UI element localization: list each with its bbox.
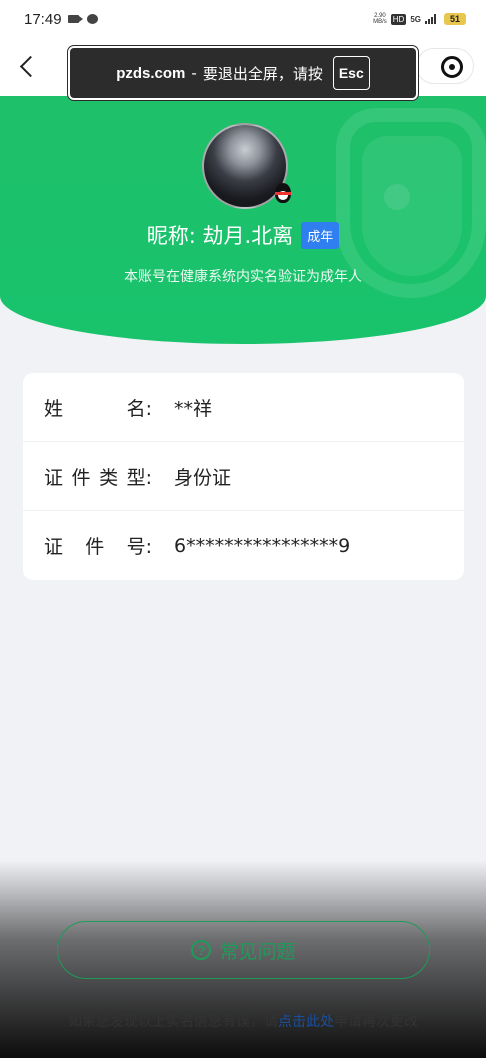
message-icon (86, 14, 98, 24)
info-label: 证件类型: (44, 466, 152, 489)
info-value: **祥 (174, 397, 213, 420)
fullscreen-message: 要退出全屏，请按 (202, 64, 323, 83)
info-value: 6****************9 (174, 534, 351, 557)
status-right: 2.90 MB/s HD 5G 51 (373, 13, 466, 25)
question-circle-icon: ? (191, 940, 212, 960)
footer-note: 如果您发现以上实名信息有误，请点击此处申请再次更改 (0, 1011, 486, 1031)
esc-key: Esc (332, 56, 370, 90)
signal-icon (424, 14, 436, 24)
status-notification-icons (67, 14, 98, 24)
footer-suffix: 申请再次更改 (334, 1014, 418, 1030)
fullscreen-separator: - (191, 64, 197, 82)
faq-button[interactable]: ? 常见问题 (57, 921, 430, 979)
nickname: 昵称: 劫月.北离 (146, 224, 294, 248)
nickname-row: 昵称: 劫月.北离 成年 (0, 220, 486, 250)
hero-header: 昵称: 劫月.北离 成年 本账号在健康系统内实名验证为成年人 (0, 96, 486, 344)
verify-text: 本账号在健康系统内实名验证为成年人 (124, 269, 362, 285)
qq-icon (272, 181, 294, 205)
adult-badge: 成年 (301, 221, 340, 249)
network-speed: 2.90 MB/s (373, 13, 387, 25)
screen: 17:49 2.90 MB/s HD 5G 51 昵称: 劫月.北离 成年 本账… (0, 0, 486, 1058)
hd-icon: HD (390, 13, 407, 25)
info-value: 身份证 (174, 466, 232, 489)
battery-icon: 51 (443, 13, 466, 25)
correction-link[interactable]: 点击此处 (278, 1014, 334, 1030)
info-row-id-type: 证件类型: 身份证 (23, 442, 464, 511)
chevron-left-icon[interactable] (14, 52, 42, 80)
network-type: 5G (410, 14, 421, 24)
info-row-id-number: 证件号: 6****************9 (23, 511, 464, 580)
faq-label: 常见问题 (219, 940, 296, 963)
status-bar: 17:49 2.90 MB/s HD 5G 51 (0, 0, 486, 38)
shield-person-icon (384, 184, 410, 210)
network-speed-unit: MB/s (373, 19, 387, 25)
info-card: 姓名: **祥 证件类型: 身份证 证件号: 6****************… (23, 373, 464, 580)
shield-inner (362, 136, 462, 276)
status-time: 17:49 (24, 10, 62, 28)
info-row-name: 姓名: **祥 (23, 373, 464, 442)
fullscreen-domain: pzds.com (116, 64, 186, 82)
target-icon[interactable] (441, 56, 463, 78)
info-label: 证件号: (44, 536, 152, 558)
footer-prefix: 如果您发现以上实名信息有误，请 (68, 1014, 278, 1030)
fullscreen-exit-banner: pzds.com - 要退出全屏，请按 Esc (68, 46, 418, 100)
info-label: 姓名: (44, 397, 152, 420)
mini-program-capsule[interactable] (416, 48, 474, 84)
video-camera-icon (67, 15, 83, 23)
